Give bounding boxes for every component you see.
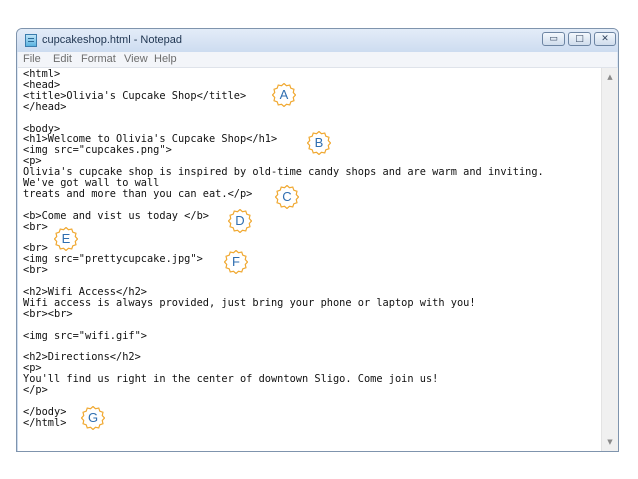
annotation-marker-a: A	[272, 83, 296, 107]
menu-edit[interactable]: Edit	[53, 53, 72, 65]
code-line: </html>	[23, 416, 67, 429]
scroll-up-arrow-icon[interactable]: ▲	[602, 69, 618, 85]
notepad-window: cupcakeshop.html - Notepad ▭ □ ✕ File Ed…	[16, 28, 619, 452]
annotation-marker-d: D	[228, 209, 252, 233]
annotation-marker-label: D	[235, 213, 245, 228]
code-line: <img src="cupcakes.png">	[23, 144, 172, 157]
annotation-marker-label: B	[314, 135, 324, 150]
annotation-marker-label: E	[61, 231, 71, 246]
code-line: <br>	[23, 220, 48, 233]
menu-bar: File Edit Format View Help	[18, 52, 617, 68]
code-line: <img src="wifi.gif">	[23, 329, 147, 342]
annotation-marker-c: C	[275, 185, 299, 209]
annotation-marker-label: C	[282, 189, 292, 204]
maximize-button[interactable]: □	[568, 32, 591, 46]
window-title: cupcakeshop.html - Notepad	[42, 34, 183, 46]
code-line: <br>	[23, 264, 48, 277]
code-line: Wifi access is always provided, just bri…	[23, 296, 476, 309]
code-line: </p>	[23, 384, 48, 397]
code-line: treats and more than you can eat.</p>	[23, 187, 253, 200]
code-line: <br><br>	[23, 307, 73, 320]
code-line: <b>Come and vist us today </b>	[23, 209, 209, 222]
scroll-down-arrow-icon[interactable]: ▼	[602, 434, 618, 450]
title-bar[interactable]: cupcakeshop.html - Notepad ▭ □ ✕	[17, 29, 618, 52]
annotation-marker-g: G	[81, 406, 105, 430]
annotation-marker-label: A	[279, 87, 289, 102]
annotation-marker-e: E	[54, 227, 78, 251]
menu-view[interactable]: View	[124, 53, 148, 65]
minimize-button[interactable]: ▭	[542, 32, 565, 46]
menu-format[interactable]: Format	[81, 53, 116, 65]
text-editor-area[interactable]: <html> <head> <title>Olivia's Cupcake Shop…	[18, 68, 601, 451]
annotation-marker-f: F	[224, 250, 248, 274]
code-line: You'll find us right in the center of do…	[23, 373, 439, 386]
annotation-marker-b: B	[307, 131, 331, 155]
notepad-icon	[25, 34, 37, 47]
close-button[interactable]: ✕	[594, 32, 616, 46]
annotation-marker-label: F	[232, 254, 240, 269]
code-line: </head>	[23, 100, 67, 113]
menu-file[interactable]: File	[23, 53, 41, 65]
menu-help[interactable]: Help	[154, 53, 177, 65]
code-line: <img src="prettycupcake.jpg">	[23, 253, 203, 266]
vertical-scrollbar[interactable]: ▲ ▼	[601, 68, 618, 451]
annotation-marker-label: G	[87, 410, 99, 425]
